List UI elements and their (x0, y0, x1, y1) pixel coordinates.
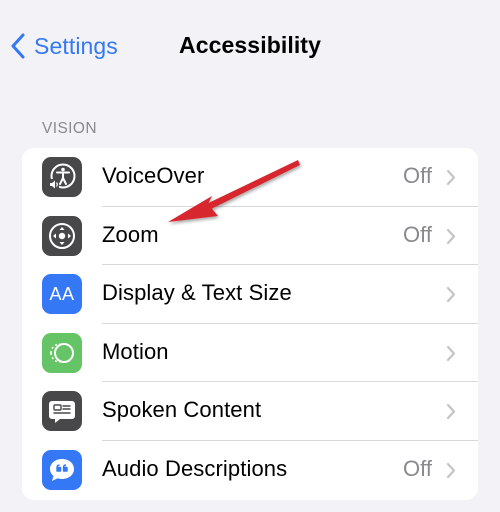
spoken-content-icon (42, 391, 82, 432)
row-voiceover[interactable]: VoiceOver Off (22, 148, 478, 207)
row-motion[interactable]: Motion (22, 324, 478, 383)
vision-settings-group: VoiceOver Off Zoom Off AA Display & Text… (22, 148, 478, 500)
text-size-glyph: AA (49, 283, 75, 304)
page-title: Accessibility (179, 32, 321, 58)
chevron-right-icon (446, 404, 456, 420)
row-label: Motion (102, 338, 169, 364)
chevron-right-icon (446, 287, 456, 303)
row-spoken-content[interactable]: Spoken Content (22, 382, 478, 441)
chevron-right-icon (446, 228, 456, 244)
motion-icon (42, 332, 82, 373)
row-audio-descriptions[interactable]: Audio Descriptions Off (22, 441, 478, 500)
row-zoom[interactable]: Zoom Off (22, 207, 478, 266)
row-label: VoiceOver (102, 163, 205, 188)
zoom-icon (42, 215, 82, 256)
row-value: Off (403, 456, 432, 481)
row-value: Off (403, 221, 432, 247)
row-value: Off (403, 163, 432, 188)
row-label: Spoken Content (102, 397, 262, 423)
chevron-right-icon (446, 345, 456, 361)
text-size-icon: AA (42, 274, 82, 315)
section-header-vision: VISION (42, 120, 97, 137)
chevron-right-icon (446, 169, 456, 186)
row-label: Zoom (102, 221, 159, 247)
row-label: Audio Descriptions (102, 456, 288, 481)
chevron-right-icon (446, 462, 456, 479)
voiceover-icon (42, 157, 82, 197)
row-display-text-size[interactable]: AA Display & Text Size (22, 265, 478, 324)
navigation-bar: Settings Accessibility (0, 0, 500, 92)
row-label: Display & Text Size (102, 280, 292, 306)
audio-descriptions-icon (42, 450, 82, 490)
